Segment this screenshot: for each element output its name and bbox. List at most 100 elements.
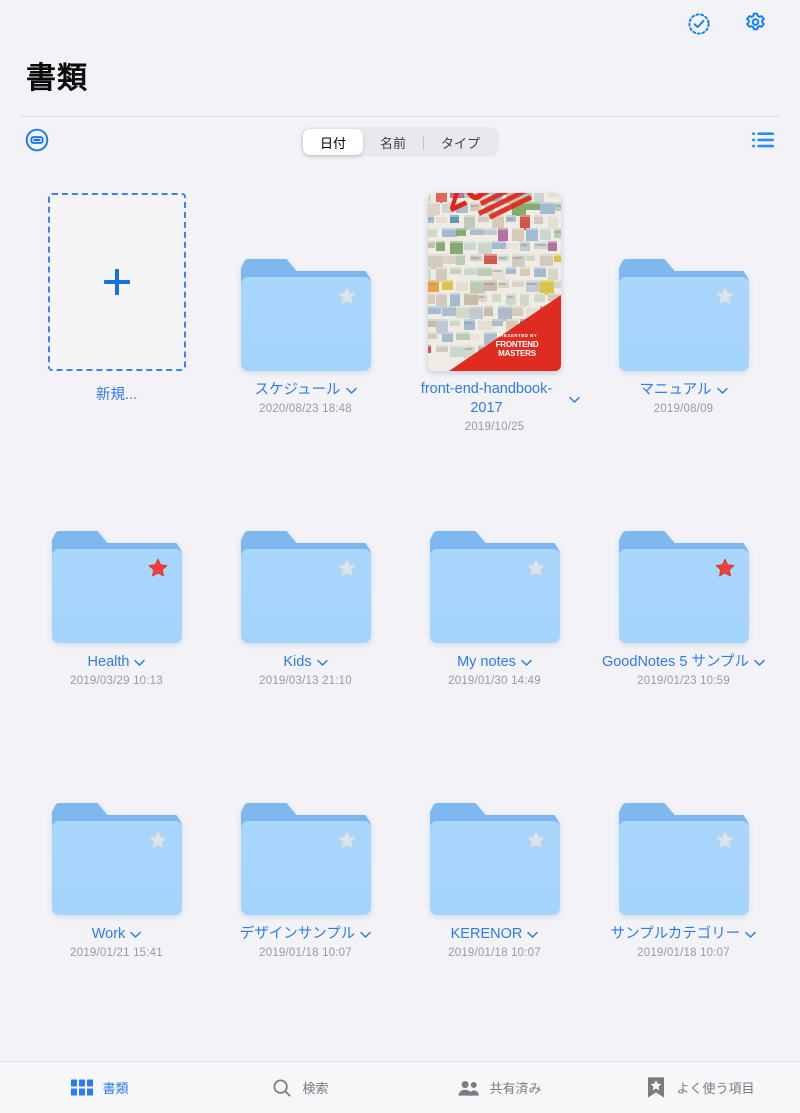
gear-icon [743, 11, 768, 41]
folder-thumb [211, 733, 400, 915]
new-document-tile[interactable]: 新規... [22, 177, 211, 449]
folder-name-row[interactable]: Work [92, 924, 142, 944]
chevron-down-icon[interactable] [316, 654, 328, 672]
folder-icon[interactable] [51, 803, 182, 915]
folder-tile[interactable]: GoodNotes 5 サンプル 2019/01/23 10:59 [589, 449, 778, 721]
folder-tile[interactable]: Work 2019/01/21 15:41 [22, 721, 211, 993]
chevron-down-icon[interactable] [130, 926, 142, 944]
folder-label-group: Health 2019/03/29 10:13 [22, 652, 211, 688]
tab-label: 書類 [102, 1081, 129, 1096]
folder-icon[interactable] [618, 259, 749, 371]
check-circle-dashed-icon [687, 12, 711, 41]
star-outline-icon[interactable] [336, 285, 358, 307]
folder-tile[interactable]: デザインサンプル 2019/01/18 10:07 [211, 721, 400, 993]
folder-tile[interactable]: My notes 2019/01/30 14:49 [400, 449, 589, 721]
folder-name-row[interactable]: KERENOR [451, 924, 539, 944]
tab-people[interactable]: 共有済み [400, 1062, 600, 1113]
folder-tile[interactable]: Health 2019/03/29 10:13 [22, 449, 211, 721]
star-outline-icon[interactable] [525, 557, 547, 579]
tab-search[interactable]: 検索 [200, 1062, 400, 1113]
new-document-placeholder[interactable] [47, 193, 186, 371]
document-tile[interactable]: 2017 PRESENTED BY FRONTEND MASTERS front… [400, 177, 589, 449]
folder-thumb [589, 461, 778, 643]
folder-date: 2019/01/18 10:07 [259, 947, 352, 959]
sort-option-date[interactable]: 日付 [302, 129, 363, 155]
page-title: 書類 [26, 62, 88, 95]
document-label-group: front-end-handbook-2017 2019/10/25 [400, 380, 589, 433]
folder-filter-button[interactable] [22, 127, 52, 157]
star-filled-icon[interactable] [714, 557, 736, 579]
folder-thumb [589, 189, 778, 371]
folder-name: GoodNotes 5 サンプル [601, 653, 750, 670]
chevron-down-icon[interactable] [134, 654, 146, 672]
chevron-down-icon[interactable] [754, 654, 765, 672]
folder-name: KERENOR [450, 925, 523, 942]
folder-thumb [400, 461, 589, 643]
settings-button[interactable] [740, 11, 770, 41]
folder-name-row[interactable]: サンプルカテゴリー [611, 924, 757, 944]
page-header: 書類 [0, 52, 800, 98]
folder-tile[interactable]: KERENOR 2019/01/18 10:07 [400, 721, 589, 993]
chevron-down-icon[interactable] [568, 391, 580, 409]
folder-name: スケジュール [254, 381, 341, 398]
folder-name-row[interactable]: デザインサンプル [240, 924, 372, 944]
star-filled-icon[interactable] [147, 557, 169, 579]
folder-tile[interactable]: マニュアル 2019/08/09 [589, 177, 778, 449]
star-outline-icon[interactable] [714, 285, 736, 307]
folder-name-row[interactable]: My notes [457, 652, 532, 672]
folder-icon[interactable] [429, 803, 560, 915]
people-icon [458, 1077, 480, 1099]
folder-name: My notes [457, 653, 516, 670]
folder-thumb [400, 733, 589, 915]
select-mode-button[interactable] [684, 11, 714, 41]
folder-tile[interactable]: Kids 2019/03/13 21:10 [211, 449, 400, 721]
document-cover[interactable]: 2017 PRESENTED BY FRONTEND MASTERS [428, 193, 561, 371]
document-date: 2019/10/25 [464, 421, 525, 433]
star-outline-icon[interactable] [525, 829, 547, 851]
chevron-down-icon[interactable] [521, 654, 532, 672]
tab-grid[interactable]: 書類 [0, 1062, 200, 1113]
folder-icon[interactable] [618, 531, 749, 643]
folder-thumb [211, 189, 400, 371]
folder-name-row[interactable]: マニュアル [639, 380, 728, 400]
new-document-label: 新規... [95, 387, 138, 403]
folder-icon[interactable] [51, 531, 182, 643]
folder-icon[interactable] [618, 803, 749, 915]
sort-option-type[interactable]: タイプ [424, 129, 497, 155]
folder-icon[interactable] [240, 259, 371, 371]
chevron-down-icon[interactable] [360, 926, 372, 944]
document-thumb: 2017 PRESENTED BY FRONTEND MASTERS [400, 189, 589, 371]
folder-tile[interactable]: サンプルカテゴリー 2019/01/18 10:07 [589, 721, 778, 993]
folder-name-row[interactable]: スケジュール [255, 380, 357, 400]
chevron-down-icon[interactable] [716, 382, 728, 400]
star-outline-icon[interactable] [336, 829, 358, 851]
folder-name-row[interactable]: Health [88, 652, 146, 672]
folder-tile[interactable]: スケジュール 2020/08/23 18:48 [211, 177, 400, 449]
star-outline-icon[interactable] [147, 829, 169, 851]
toolbar: 日付 名前 タイプ [0, 117, 800, 167]
chevron-down-icon[interactable] [345, 382, 357, 400]
folder-icon[interactable] [240, 803, 371, 915]
plus-icon [103, 269, 130, 295]
folder-label-group: Work 2019/01/21 15:41 [22, 924, 211, 960]
document-name: front-end-handbook-2017 [420, 381, 553, 416]
folder-name: Work [91, 925, 126, 942]
folder-name-row[interactable]: GoodNotes 5 サンプル [602, 652, 765, 672]
document-name-row[interactable]: front-end-handbook-2017 [410, 380, 580, 418]
folder-name: Kids [283, 653, 312, 670]
sort-segmented-control[interactable]: 日付 名前 タイプ [300, 127, 500, 157]
star-outline-icon[interactable] [714, 829, 736, 851]
folder-label-group: スケジュール 2020/08/23 18:48 [211, 380, 400, 415]
folder-name-row[interactable]: Kids [283, 652, 328, 672]
star-outline-icon[interactable] [336, 557, 358, 579]
sort-option-name[interactable]: 名前 [363, 129, 423, 155]
tab-label: 検索 [302, 1081, 329, 1096]
svg-text:PRESENTED BY: PRESENTED BY [497, 333, 538, 338]
list-view-button[interactable] [748, 127, 778, 157]
folder-icon[interactable] [240, 531, 371, 643]
chevron-down-icon[interactable] [745, 926, 757, 944]
chevron-down-icon[interactable] [527, 926, 539, 944]
folder-icon[interactable] [429, 531, 560, 643]
top-bar [0, 0, 800, 52]
tab-bookmark-star[interactable]: よく使う項目 [600, 1062, 800, 1113]
